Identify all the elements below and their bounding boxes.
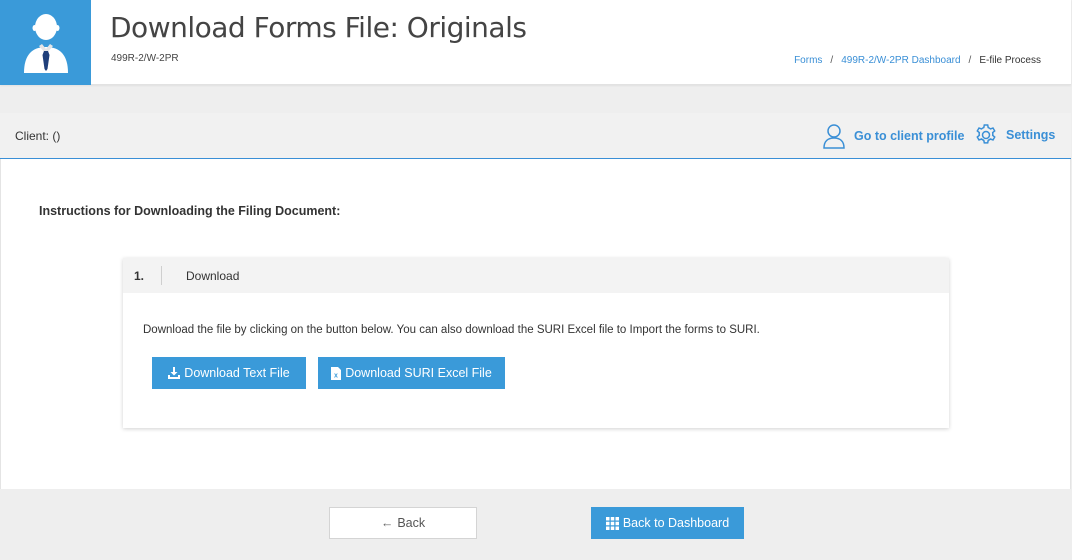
page-header: Download Forms File: Originals 499R-2/W-…	[0, 0, 1071, 85]
download-suri-excel-label: Download SURI Excel File	[345, 366, 492, 380]
step-title: Download	[186, 269, 240, 283]
back-button[interactable]: ← Back	[329, 507, 477, 539]
breadcrumb-separator: /	[968, 55, 972, 66]
main-content: Instructions for Downloading the Filing …	[0, 159, 1071, 489]
download-suri-excel-button[interactable]: x Download SURI Excel File	[318, 357, 505, 389]
page-subtitle: 499R-2/W-2PR	[111, 53, 179, 64]
user-outline-icon	[823, 124, 845, 149]
settings-link[interactable]: Settings	[974, 123, 1055, 147]
gear-icon	[976, 124, 996, 144]
settings-label: Settings	[1006, 128, 1056, 142]
grid-icon	[605, 516, 619, 530]
page-title: Download Forms File: Originals	[110, 11, 527, 44]
step-divider	[161, 266, 162, 285]
avatar	[0, 0, 91, 85]
step-card: 1. Download Download the file by clickin…	[123, 258, 949, 428]
arrow-left-icon: ←	[380, 516, 394, 530]
breadcrumb-separator: /	[830, 55, 834, 66]
svg-text:x: x	[334, 372, 338, 379]
breadcrumb-current: E-file Process	[979, 55, 1041, 66]
step-header: 1. Download	[123, 258, 949, 293]
breadcrumb-dashboard[interactable]: 499R-2/W-2PR Dashboard	[841, 55, 960, 66]
download-icon	[168, 367, 181, 379]
step-number: 1.	[134, 269, 145, 283]
breadcrumb-forms[interactable]: Forms	[794, 55, 822, 66]
go-to-client-profile-label: Go to client profile	[854, 129, 965, 143]
back-to-dashboard-label: Back to Dashboard	[622, 516, 730, 530]
go-to-client-profile-link[interactable]: Go to client profile	[822, 123, 964, 149]
download-text-file-button[interactable]: Download Text File	[152, 357, 306, 389]
back-to-dashboard-button[interactable]: Back to Dashboard	[591, 507, 744, 539]
download-text-file-label: Download Text File	[184, 366, 290, 380]
back-label: Back	[397, 516, 426, 530]
client-label: Client: ()	[15, 129, 61, 143]
footer: ← Back Back to Dashboard	[0, 489, 1071, 560]
instructions-title: Instructions for Downloading the Filing …	[39, 204, 341, 218]
step-description: Download the file by clicking on the but…	[143, 324, 760, 336]
breadcrumb: Forms / 499R-2/W-2PR Dashboard / E-file Proc…	[794, 55, 1041, 66]
client-bar: Client: () Go to client profile Settings	[0, 113, 1071, 159]
user-tie-icon	[24, 14, 68, 73]
excel-file-icon: x	[331, 366, 342, 380]
